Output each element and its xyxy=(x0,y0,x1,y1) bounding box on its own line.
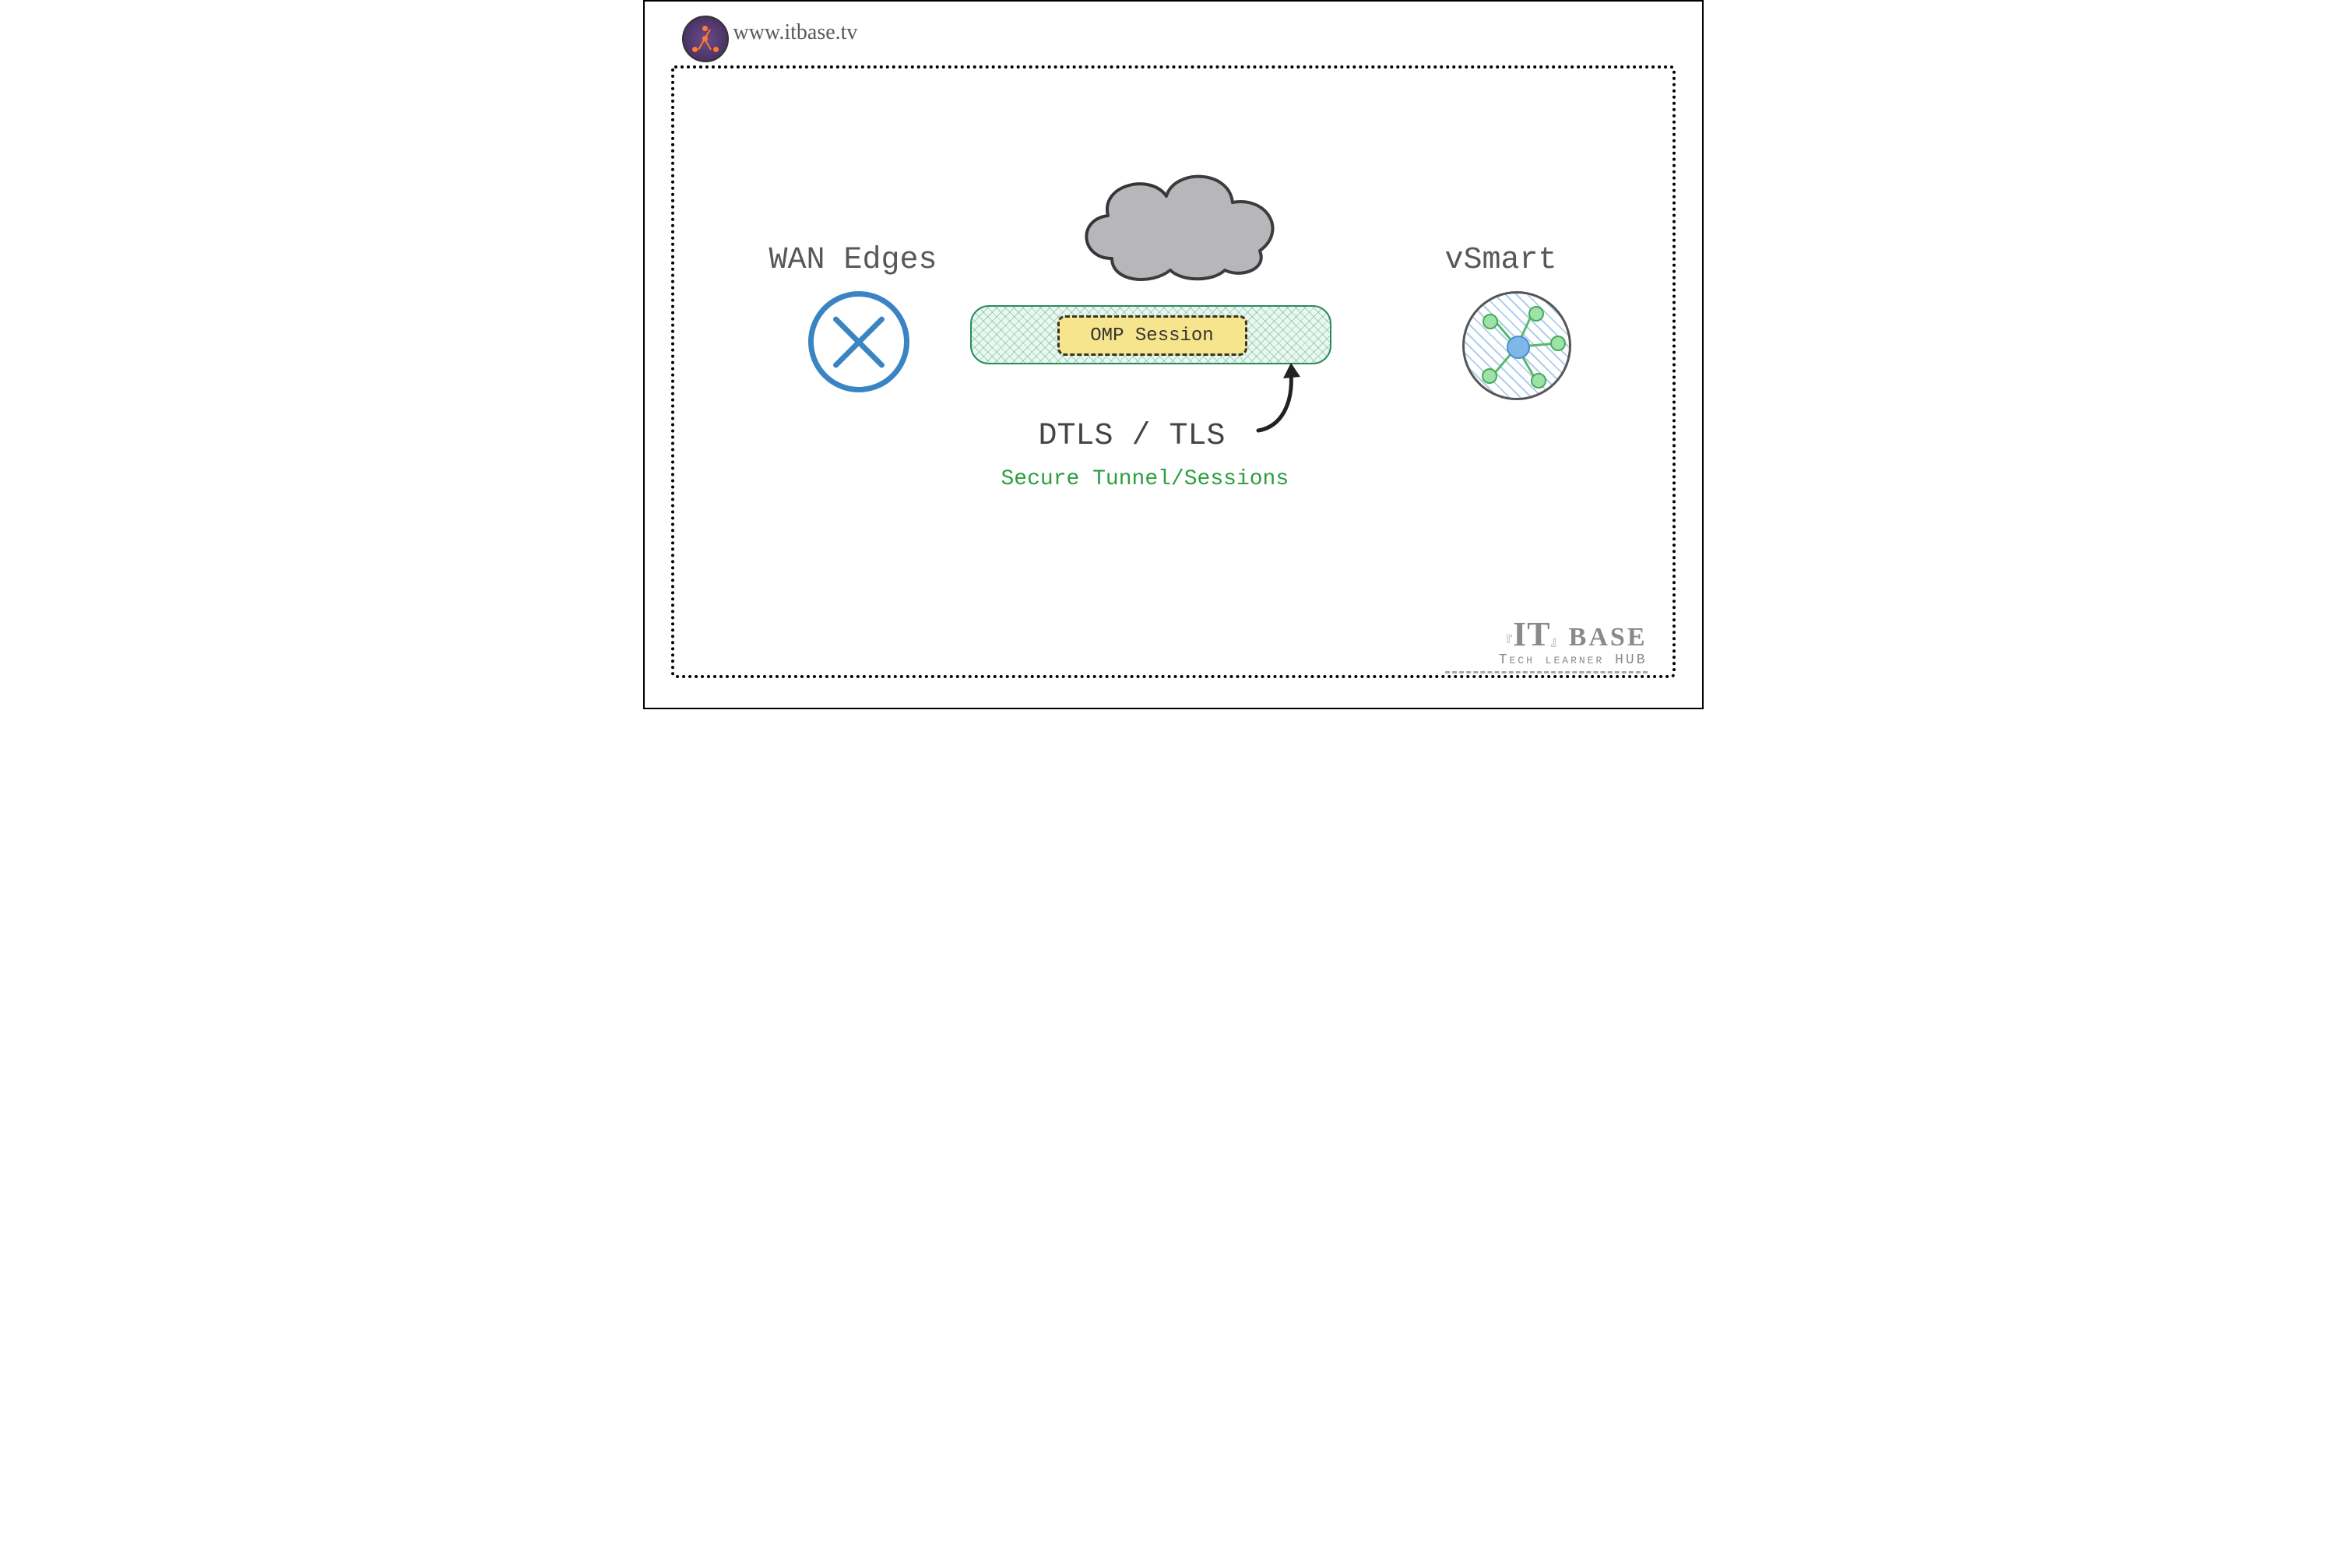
wan-edges-label: WAN Edges xyxy=(769,243,937,278)
diagram-canvas: www.itbase.tv WAN Edges OMP Session DTLS… xyxy=(643,0,1704,709)
arrow-icon xyxy=(1250,357,1313,434)
wan-edge-icon xyxy=(808,291,909,392)
vsmart-label: vSmart xyxy=(1444,243,1556,278)
secure-tunnel-label: Secure Tunnel/Sessions xyxy=(1001,467,1289,491)
dtls-tls-label: DTLS / TLS xyxy=(1039,419,1226,454)
brand-it: IT xyxy=(1513,615,1550,653)
omp-session-label: OMP Session xyxy=(1090,325,1213,346)
brand-underline xyxy=(1445,671,1648,673)
cloud-icon xyxy=(1065,142,1291,290)
footer-brand: 『IT』 BASE Tech learner HUB xyxy=(1445,614,1648,673)
brand-subtitle: Tech learner HUB xyxy=(1445,652,1648,668)
site-url: www.itbase.tv xyxy=(733,20,858,45)
itbase-logo-icon xyxy=(682,16,729,62)
brand-bracket-right: 』 xyxy=(1551,635,1564,649)
brand-bracket-left: 『 xyxy=(1500,635,1513,649)
brand-base: BASE xyxy=(1569,623,1648,652)
omp-session-box: OMP Session xyxy=(1057,315,1247,356)
vsmart-icon xyxy=(1462,291,1571,400)
